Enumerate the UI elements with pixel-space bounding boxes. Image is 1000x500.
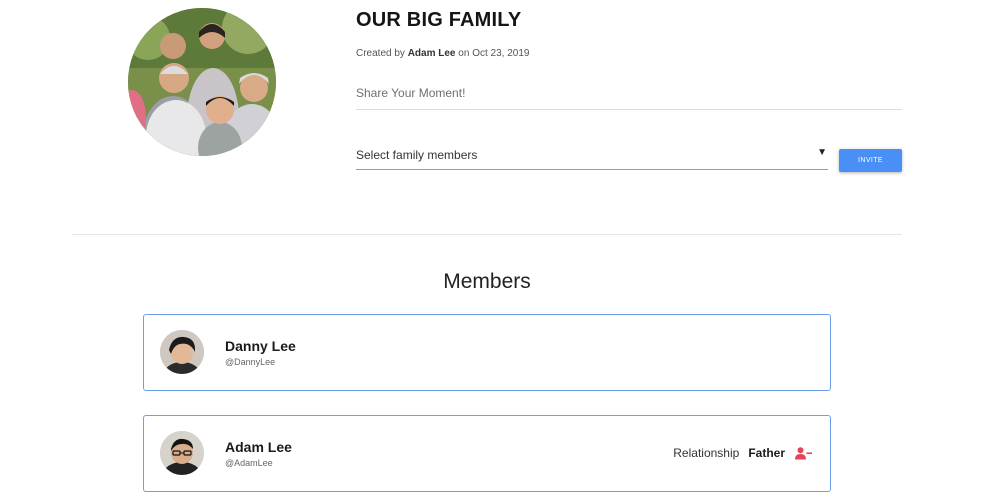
avatar-image — [160, 431, 204, 475]
group-title: OUR BIG FAMILY — [356, 9, 522, 31]
avatar — [160, 431, 204, 475]
family-members-select[interactable]: Select family members ▼ — [356, 143, 828, 170]
member-handle: @DannyLee — [225, 357, 276, 367]
member-name: Adam Lee — [225, 439, 292, 455]
avatar-image — [160, 330, 204, 374]
created-prefix: Created by — [356, 48, 405, 59]
section-divider — [72, 234, 902, 235]
created-date: Oct 23, 2019 — [472, 48, 530, 59]
invite-button[interactable]: INVITE — [839, 149, 902, 172]
relationship-info: Relationship Father — [673, 446, 812, 460]
member-handle: @AdamLee — [225, 458, 273, 468]
select-label: Select family members — [356, 148, 478, 162]
member-name: Danny Lee — [225, 338, 296, 354]
relationship-value: Father — [748, 446, 785, 460]
created-info: Created by Adam Lee on Oct 23, 2019 — [356, 48, 529, 59]
member-card[interactable]: Adam Lee @AdamLee Relationship Father — [143, 415, 831, 492]
chevron-down-icon: ▼ — [817, 147, 827, 158]
members-heading: Members — [443, 270, 531, 293]
share-moment-input[interactable] — [356, 76, 902, 110]
member-card[interactable]: Danny Lee @DannyLee — [143, 314, 831, 391]
remove-user-icon[interactable] — [795, 446, 812, 460]
family-photo-image — [128, 8, 276, 156]
avatar — [160, 330, 204, 374]
created-on-prefix: on — [458, 48, 470, 59]
group-photo — [128, 8, 276, 156]
creator-name[interactable]: Adam Lee — [408, 48, 456, 59]
relationship-label: Relationship — [673, 446, 740, 460]
